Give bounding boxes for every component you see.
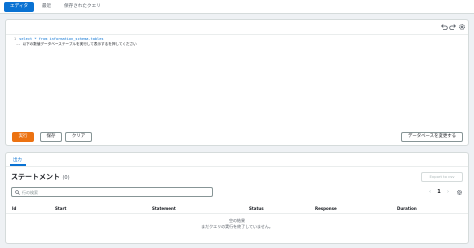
code-comment: -- 以下の数値データベーステーブルを実行して表示するを押してください: [16, 42, 137, 46]
undo-icon[interactable]: [440, 23, 448, 31]
column-status[interactable]: Status: [249, 204, 264, 214]
column-id[interactable]: Id: [12, 204, 16, 214]
code-statement: select * from information_schema.tables: [19, 37, 104, 41]
line-number: 1: [14, 37, 17, 41]
export-csv-button[interactable]: Export to csv: [421, 172, 463, 182]
code-line-2: -- 以下の数値データベーステーブルを実行して表示するを押してください: [16, 42, 137, 47]
column-response[interactable]: Response: [315, 204, 337, 214]
change-database-button[interactable]: データベースを変更する: [401, 132, 463, 142]
pagination: ‹ 1 ›: [427, 187, 463, 197]
results-panel: 出力 ステートメント (0) Export to csv 行の検索 ‹ 1 › …: [5, 152, 469, 244]
column-duration[interactable]: Duration: [397, 204, 417, 214]
chevron-right-icon[interactable]: ›: [445, 187, 451, 197]
statements-count: (0): [62, 175, 70, 181]
column-statement[interactable]: Statement: [152, 204, 176, 214]
save-button[interactable]: 保存: [40, 132, 62, 142]
search-icon: [15, 190, 20, 195]
clear-button[interactable]: クリア: [65, 132, 92, 142]
code-line-1: 1 select * from information_schema.tables: [14, 37, 104, 41]
page-number[interactable]: 1: [436, 187, 442, 197]
row-search-input[interactable]: 行の検索: [11, 187, 213, 197]
editor-tab-bar: エディタ 最近 保存されたクエリ: [0, 0, 474, 14]
divider: [6, 166, 468, 167]
tab-saved-queries[interactable]: 保存されたクエリ: [58, 0, 107, 14]
tab-recent[interactable]: 最近: [36, 0, 57, 14]
run-button[interactable]: 実行: [12, 132, 34, 142]
editor-toolbar: [6, 20, 468, 34]
tab-editor[interactable]: エディタ: [4, 2, 35, 12]
query-editor-panel: 1 select * from information_schema.tables…: [5, 19, 469, 146]
chevron-left-icon[interactable]: ‹: [427, 187, 433, 197]
statements-heading: ステートメント (0): [11, 172, 70, 182]
search-placeholder: 行の検索: [22, 190, 38, 195]
statements-table-header: Id Start Statement Status Response Durat…: [6, 204, 468, 214]
empty-state-message: まだクエリの実行を終了していません。: [201, 224, 273, 229]
redo-icon[interactable]: [449, 23, 457, 31]
statements-title: ステートメント: [11, 173, 60, 181]
settings-icon[interactable]: [458, 23, 466, 31]
editor-actions: 実行 保存 クリア データベースを変更する: [6, 129, 468, 145]
code-editor[interactable]: 1 select * from information_schema.tables…: [6, 34, 468, 128]
table-settings-icon[interactable]: [455, 187, 463, 200]
column-start[interactable]: Start: [55, 204, 66, 214]
